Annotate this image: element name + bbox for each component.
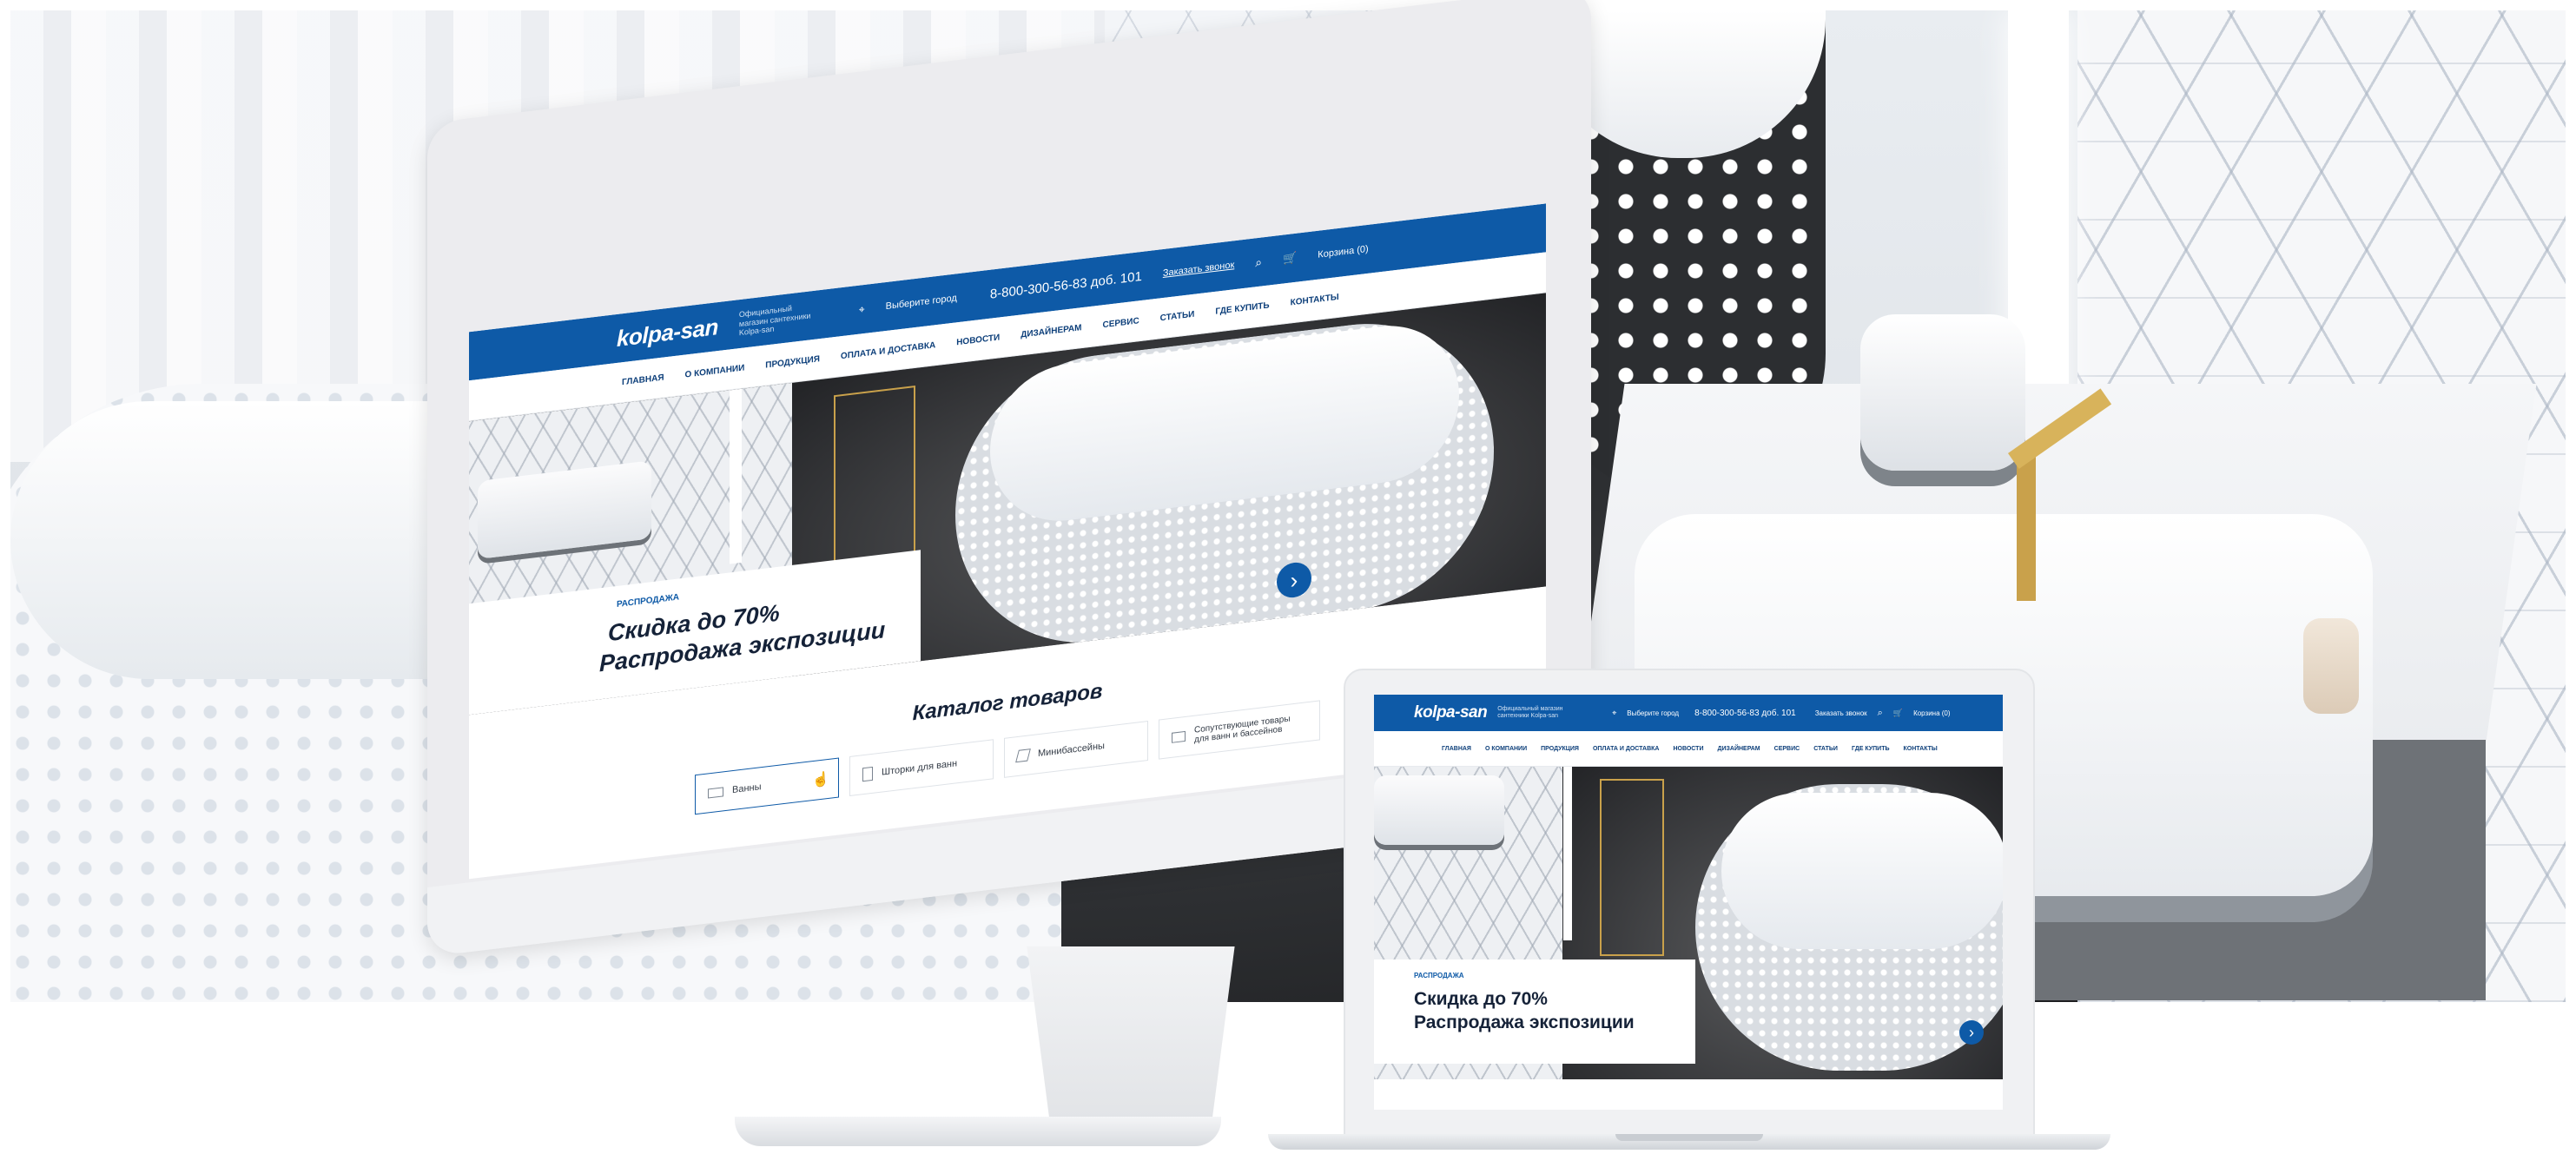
hero-caption-card: РАСПРОДАЖА Скидка до 70% Распродажа эксп… [1374, 959, 1695, 1064]
faucet-gold [2017, 453, 2036, 601]
cart-icon[interactable]: 🛒 [1893, 709, 1903, 718]
phone-number[interactable]: 8-800-300-56-83 доб. 101 [1694, 709, 1796, 718]
city-selector[interactable]: Выберите город [1627, 709, 1679, 717]
location-pin-icon: ⌖ [1612, 708, 1617, 717]
sink-small [1860, 314, 2025, 471]
menu-item-home[interactable]: ГЛАВНАЯ [1442, 746, 1471, 752]
main-menu: ГЛАВНАЯ О КОМПАНИИ ПРОДУКЦИЯ ОПЛАТА И ДО… [1374, 731, 2003, 767]
menu-item-contacts[interactable]: КОНТАКТЫ [1904, 746, 1938, 752]
hero-bathtub-inner [1721, 793, 2003, 949]
site-tagline: Официальный магазин сантехники Kolpa-san [1497, 705, 1563, 719]
menu-item-products[interactable]: ПРОДУКЦИЯ [1541, 746, 1579, 752]
site-header: kolpa-san Официальный магазин сантехники… [1374, 695, 2003, 731]
hero-kicker: РАСПРОДАЖА [1414, 972, 1464, 979]
slider-next-button[interactable]: › [1959, 1020, 1984, 1045]
menu-item-news[interactable]: НОВОСТИ [1673, 746, 1703, 752]
cart-link[interactable]: Корзина (0) [1913, 709, 1950, 717]
menu-item-where-to-buy[interactable]: ГДЕ КУПИТЬ [1852, 746, 1890, 752]
hero-title-line1: Скидка до 70% [1414, 989, 1548, 1009]
menu-item-delivery[interactable]: ОПЛАТА И ДОСТАВКА [1593, 746, 1660, 752]
site-logo[interactable]: kolpa-san [1414, 703, 1488, 722]
bathtub-foreground [10, 384, 1061, 1002]
laptop-notch [1615, 1134, 1763, 1141]
website-laptop: kolpa-san Официальный магазин сантехники… [1374, 695, 2003, 1110]
background-photo [10, 10, 2566, 1002]
hero-sink [1374, 775, 1504, 845]
menu-item-service[interactable]: СЕРВИС [1774, 746, 1800, 752]
hero-slider: РАСПРОДАЖА Скидка до 70% Распродажа эксп… [1374, 767, 2003, 1079]
search-icon[interactable]: ⌕ [1878, 708, 1883, 719]
hero-gold-shelf [1600, 779, 1664, 956]
menu-item-articles[interactable]: СТАТЬИ [1813, 746, 1838, 752]
callback-link[interactable]: Заказать звонок [1815, 709, 1867, 717]
hero-title-line2: Распродажа экспозиции [1414, 1012, 1635, 1033]
monitor-foot [735, 1117, 1221, 1146]
laptop-screen: kolpa-san Официальный магазин сантехники… [1374, 695, 2003, 1110]
menu-item-designers[interactable]: ДИЗАЙНЕРАМ [1717, 746, 1760, 752]
soap-dispenser [2303, 618, 2359, 714]
hero-light-column [1563, 767, 1572, 940]
chevron-right-icon: › [1969, 1023, 1974, 1041]
menu-item-about[interactable]: О КОМПАНИИ [1485, 746, 1527, 752]
